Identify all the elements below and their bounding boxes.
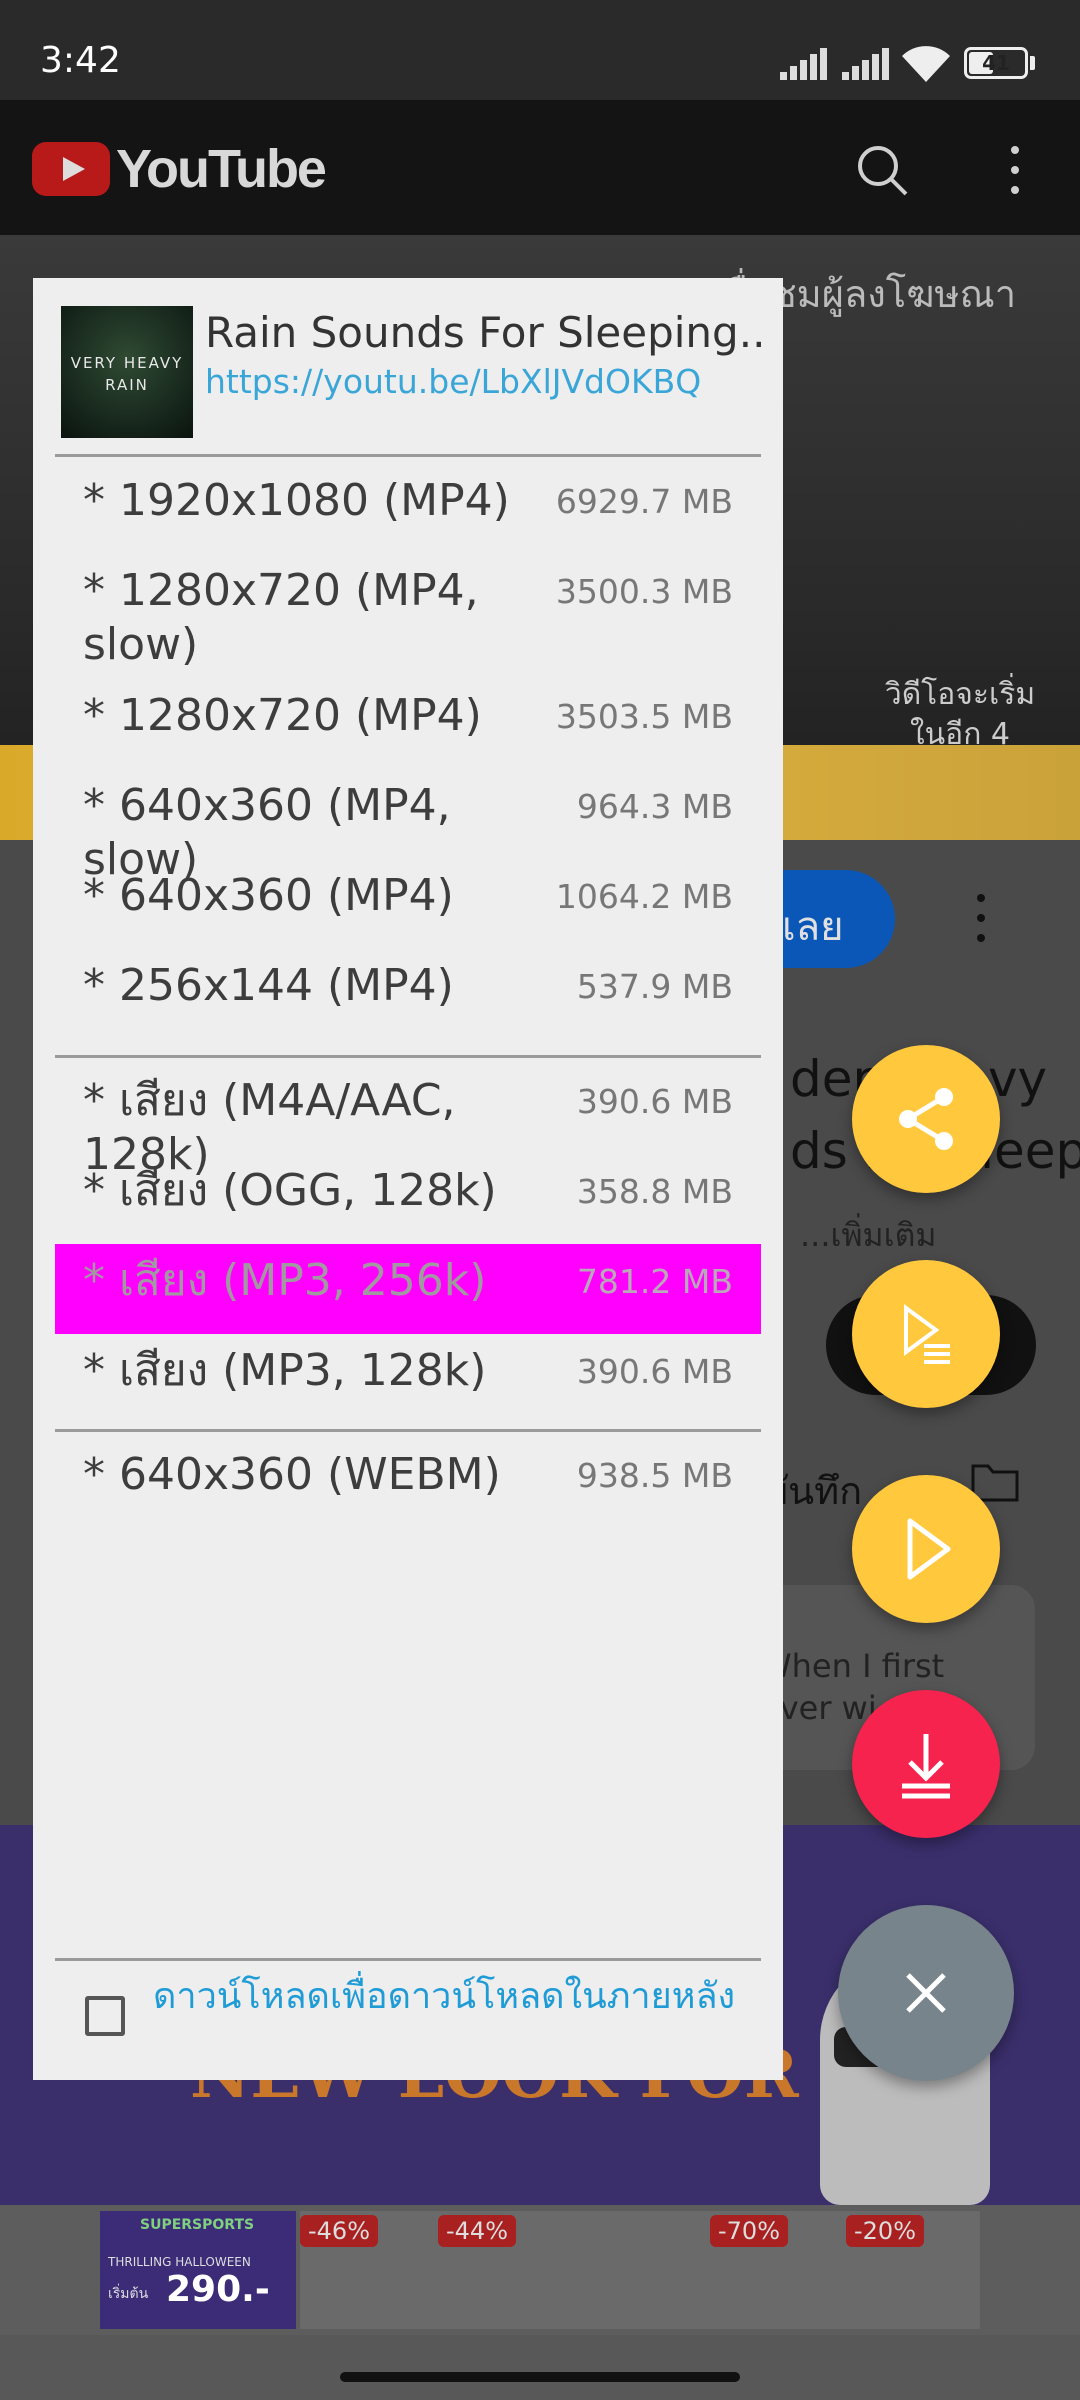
countdown-text: วิดีโอจะเริ่ม ในอีก 4 bbox=[860, 675, 1060, 755]
comment-line-1: When I first bbox=[760, 1647, 945, 1685]
format-size: 964.3 MB bbox=[576, 787, 733, 826]
divider bbox=[55, 1055, 761, 1058]
banner-ad[interactable]: SUPERSPORTS THRILLING HALLOWEEN เริ่มต้น… bbox=[0, 2205, 1080, 2335]
battery-tip bbox=[1030, 56, 1035, 70]
format-option[interactable]: * 1280x720 (MP4) 3503.5 MB bbox=[55, 679, 761, 769]
share-button[interactable] bbox=[852, 1045, 1000, 1193]
youtube-logo-icon bbox=[32, 142, 110, 196]
video-thumbnail: VERY HEAVY RAIN bbox=[61, 306, 193, 438]
format-label: * เสียง (MP3, 256k) bbox=[83, 1255, 487, 1306]
format-label: * เสียง (MP3, 128k) bbox=[83, 1345, 487, 1396]
play-icon bbox=[907, 1518, 951, 1580]
format-option[interactable]: * 1280x720 (MP4, slow) 3500.3 MB bbox=[55, 554, 761, 679]
wifi-icon bbox=[902, 46, 950, 82]
signal-icon-2 bbox=[842, 48, 890, 80]
banner-price: 290.- bbox=[166, 2269, 270, 2310]
play-button[interactable] bbox=[852, 1475, 1000, 1623]
format-label: * 1280x720 (MP4, slow) bbox=[83, 565, 479, 670]
format-option[interactable]: * 640x360 (WEBM) 938.5 MB bbox=[55, 1438, 761, 1528]
background-download-label[interactable]: ดาวน์โหลดเพื่อดาวน์โหลดในภายหลัง bbox=[153, 1970, 753, 2024]
format-size: 6929.7 MB bbox=[555, 482, 733, 521]
format-label: * 1280x720 (MP4) bbox=[83, 690, 482, 741]
background-download-checkbox[interactable] bbox=[85, 1996, 125, 2036]
battery-icon: 41 bbox=[964, 47, 1028, 79]
format-option[interactable]: * 1920x1080 (MP4) 6929.7 MB bbox=[55, 464, 761, 554]
more-link[interactable]: ...เพิ่มเติม bbox=[800, 1210, 936, 1261]
download-dialog: VERY HEAVY RAIN Rain Sounds For Sleeping… bbox=[33, 278, 783, 2080]
format-label: * 1920x1080 (MP4) bbox=[83, 475, 510, 526]
download-button[interactable] bbox=[852, 1690, 1000, 1838]
format-size: 358.8 MB bbox=[576, 1172, 733, 1211]
close-icon bbox=[906, 1973, 946, 2013]
format-label: * 256x144 (MP4) bbox=[83, 960, 454, 1011]
format-size: 3500.3 MB bbox=[555, 572, 733, 611]
download-icon bbox=[902, 1734, 950, 1799]
format-option[interactable]: * เสียง (OGG, 128k) 358.8 MB bbox=[55, 1154, 761, 1244]
discount-badge: -70% bbox=[710, 2215, 789, 2247]
thumbnail-text: VERY HEAVY RAIN bbox=[70, 354, 184, 394]
discount-badge: -46% bbox=[300, 2215, 379, 2247]
format-option[interactable]: * เสียง (MP3, 256k) 781.2 MB bbox=[55, 1244, 761, 1334]
format-size: 938.5 MB bbox=[576, 1456, 733, 1495]
format-option[interactable]: * 640x360 (MP4) 1064.2 MB bbox=[55, 859, 761, 949]
battery-level: 41 bbox=[982, 51, 1010, 75]
banner-price-label: เริ่มต้น bbox=[108, 2286, 149, 2302]
home-indicator[interactable] bbox=[340, 2372, 740, 2382]
format-option[interactable]: * เสียง (M4A/AAC, 128k) 390.6 MB bbox=[55, 1064, 761, 1180]
subscribe-label: เลย bbox=[782, 904, 844, 950]
signal-icon bbox=[780, 48, 828, 80]
format-size: 390.6 MB bbox=[576, 1352, 733, 1391]
play-queue-button[interactable] bbox=[852, 1260, 1000, 1408]
banner-products: -46% -44% -70% -20% bbox=[300, 2211, 980, 2329]
format-size: 390.6 MB bbox=[576, 1082, 733, 1121]
divider bbox=[55, 454, 761, 457]
dialog-video-title: Rain Sounds For Sleeping.. bbox=[205, 308, 765, 357]
dialog-video-url[interactable]: https://youtu.be/LbXlJVdOKBQ bbox=[205, 362, 701, 401]
format-size: 1064.2 MB bbox=[555, 877, 733, 916]
divider bbox=[55, 1429, 761, 1432]
format-option[interactable]: * 640x360 (MP4, slow) 964.3 MB bbox=[55, 769, 761, 885]
close-button[interactable] bbox=[838, 1905, 1014, 2081]
youtube-header: YouTube bbox=[0, 100, 1080, 235]
search-icon[interactable] bbox=[852, 140, 912, 200]
status-bar: 3:42 41 bbox=[0, 0, 1080, 100]
banner-brand: SUPERSPORTS bbox=[140, 2217, 255, 2233]
divider bbox=[55, 1958, 761, 1961]
discount-badge: -20% bbox=[846, 2215, 925, 2247]
discount-badge: -44% bbox=[438, 2215, 517, 2247]
playlist-play-icon bbox=[904, 1304, 950, 1364]
format-size: 3503.5 MB bbox=[555, 697, 733, 736]
format-size: 537.9 MB bbox=[576, 967, 733, 1006]
format-option[interactable]: * 256x144 (MP4) 537.9 MB bbox=[55, 949, 761, 1039]
countdown-line-1: วิดีโอจะเริ่ม bbox=[884, 677, 1036, 712]
format-size: 781.2 MB bbox=[576, 1262, 733, 1301]
youtube-wordmark: YouTube bbox=[116, 139, 327, 199]
gesture-nav-area bbox=[0, 2335, 1080, 2400]
format-option[interactable]: * เสียง (MP3, 128k) 390.6 MB bbox=[55, 1334, 761, 1424]
format-label: * เสียง (OGG, 128k) bbox=[83, 1165, 497, 1216]
banner-brand-panel: SUPERSPORTS THRILLING HALLOWEEN เริ่มต้น… bbox=[100, 2211, 296, 2329]
share-icon bbox=[899, 1088, 953, 1150]
status-time: 3:42 bbox=[40, 40, 121, 81]
banner-event: THRILLING HALLOWEEN bbox=[108, 2255, 251, 2269]
more-vert-icon[interactable] bbox=[1000, 142, 1030, 198]
more-vert-icon[interactable] bbox=[966, 888, 996, 948]
format-label: * 640x360 (WEBM) bbox=[83, 1449, 501, 1500]
format-label: * 640x360 (MP4) bbox=[83, 870, 454, 921]
